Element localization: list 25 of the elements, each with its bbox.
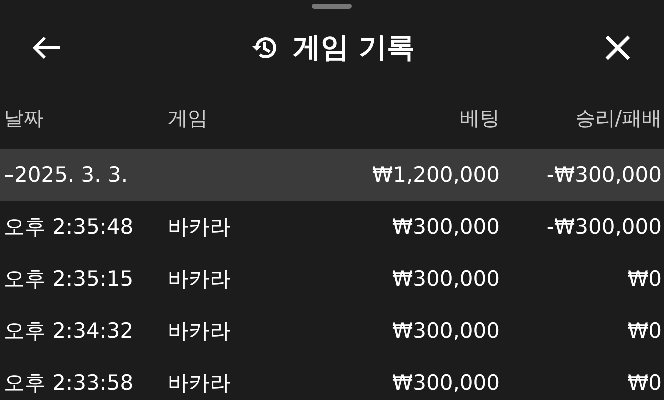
drag-handle[interactable] [312, 4, 352, 9]
table-cell-text: 오후 2:35:15 [4, 266, 135, 293]
table-cell-text: ₩0 [626, 319, 662, 343]
table-cell-text: -₩300,000 [546, 215, 662, 239]
table-cell-text: ₩300,000 [391, 319, 500, 343]
column-header: 베팅 [459, 104, 500, 132]
table-cell-text: ₩300,000 [391, 371, 500, 395]
back-arrow-icon[interactable] [32, 35, 62, 61]
table-cell-text: ₩0 [626, 371, 662, 395]
table-cell-text: 오후 2:33:58 [4, 370, 135, 397]
table-cell-text: 바카라 [168, 214, 232, 241]
table-cell-text: 바카라 [168, 370, 232, 397]
table-cell-text: ₩0 [626, 267, 662, 291]
table-cell-text: 바카라 [168, 266, 232, 293]
table-cell-text: ₩300,000 [391, 215, 500, 239]
column-header: 게임 [168, 104, 209, 132]
table-cell-text: 바카라 [168, 318, 232, 345]
column-header: 날짜 [4, 104, 45, 132]
table-cell-text: 오후 2:35:48 [4, 214, 135, 241]
page-title: 게임 기록 [293, 30, 415, 66]
table-cell-text: 오후 2:34:32 [4, 318, 135, 345]
column-header: 승리/패배 [574, 104, 662, 132]
date-summary-row[interactable]: –2025. 3. 3. ₩1,200,000 -₩300,000 [0, 149, 664, 201]
close-icon[interactable] [604, 34, 632, 62]
table-cell-text: ₩300,000 [391, 267, 500, 291]
